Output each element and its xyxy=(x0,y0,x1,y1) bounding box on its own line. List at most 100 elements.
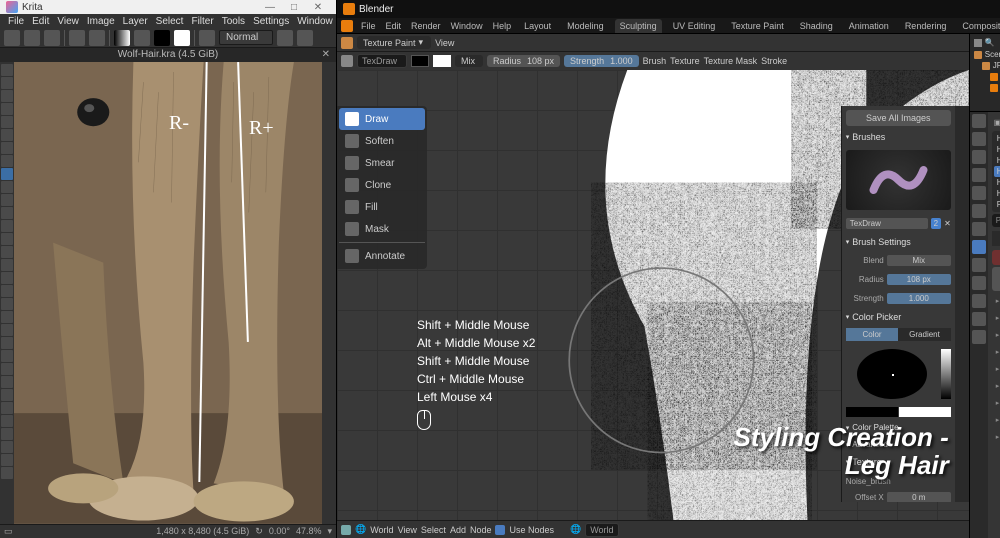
tool-select-rect[interactable] xyxy=(1,350,13,362)
tool-select-contig[interactable] xyxy=(1,402,13,414)
panel-emission[interactable]: Emission xyxy=(992,293,1000,308)
outliner-scene-collection[interactable]: Scene Collection xyxy=(972,49,1000,60)
viewport-canvas[interactable]: Draw Soften Smear Clone Fill Mask Annota… xyxy=(337,70,969,520)
footer-select[interactable]: Select xyxy=(421,525,446,535)
workspace-layout[interactable]: Layout xyxy=(519,19,556,33)
bg-color-icon[interactable] xyxy=(174,30,190,46)
modifier-tab-icon[interactable] xyxy=(972,222,986,236)
vp-menu-view[interactable]: View xyxy=(435,38,454,48)
object-tab-icon[interactable] xyxy=(972,204,986,218)
save-icon[interactable] xyxy=(44,30,60,46)
list-item[interactable]: Hair_Tail xyxy=(994,188,1000,199)
list-item[interactable]: Hair_Leg_A xyxy=(994,166,1000,177)
tool-pattern[interactable] xyxy=(1,246,13,258)
brush-icon[interactable] xyxy=(199,30,215,46)
status-zoom[interactable]: 47.8% xyxy=(296,526,322,536)
radius-field[interactable]: 108 px xyxy=(887,274,951,285)
tool-colorize[interactable] xyxy=(1,272,13,284)
workspace-texpaint[interactable]: Texture Paint xyxy=(726,19,789,33)
menu-help[interactable]: Help xyxy=(491,21,514,31)
color-wheel[interactable] xyxy=(857,349,927,399)
tool-move[interactable] xyxy=(1,77,13,89)
tool-multi[interactable] xyxy=(1,194,13,206)
brushes-header[interactable]: Brushes xyxy=(846,130,951,144)
tool-fill[interactable] xyxy=(1,298,13,310)
menu-window[interactable]: Window xyxy=(449,21,485,31)
eraser-icon[interactable] xyxy=(277,30,293,46)
open-icon[interactable] xyxy=(24,30,40,46)
redo-icon[interactable] xyxy=(89,30,105,46)
list-item[interactable]: Hair_Neck xyxy=(994,177,1000,188)
krita-canvas[interactable]: R- R+ xyxy=(14,62,322,524)
tool-select-bezier[interactable] xyxy=(1,428,13,440)
render-tab-icon[interactable] xyxy=(972,114,986,128)
offx-field[interactable]: 0 m xyxy=(887,492,951,502)
menu-tools[interactable]: Tools xyxy=(218,16,249,27)
workspace-animation[interactable]: Animation xyxy=(844,19,894,33)
menu-settings[interactable]: Settings xyxy=(249,16,293,27)
data-tab-icon[interactable] xyxy=(972,294,986,308)
brush-icon[interactable] xyxy=(341,55,353,67)
panel-vertexgroups[interactable]: Vertex Groups xyxy=(992,429,1000,444)
tool-edit[interactable] xyxy=(1,207,13,219)
emitter-tab[interactable]: Emitter xyxy=(992,231,1000,246)
zoom-dropdown-icon[interactable]: ▾ xyxy=(327,526,332,537)
footer-world1[interactable]: World xyxy=(370,525,393,535)
document-tab[interactable]: Wolf-Hair.kra (4.5 GiB) ✕ xyxy=(0,48,336,62)
viewlayer-tab-icon[interactable] xyxy=(972,150,986,164)
panel-children[interactable]: Children xyxy=(992,361,1000,376)
brush-name[interactable]: TexDraw xyxy=(357,54,407,68)
physics-tab-icon[interactable] xyxy=(972,258,986,272)
tool-polyline[interactable] xyxy=(1,155,13,167)
maximize-button[interactable]: □ xyxy=(282,2,306,13)
editor-type-icon[interactable] xyxy=(341,37,353,49)
tool-pan[interactable] xyxy=(1,467,13,479)
workspace-modeling[interactable]: Modeling xyxy=(562,19,609,33)
tool-freehand[interactable] xyxy=(1,103,13,115)
settings-datablock[interactable]: ParticleSettings.006 xyxy=(992,214,1000,227)
tool-transform[interactable] xyxy=(1,64,13,76)
swatch-white[interactable] xyxy=(433,55,451,67)
radius-slider[interactable]: Radius108 px xyxy=(487,55,560,67)
tool-ellipse[interactable] xyxy=(1,142,13,154)
unlink-icon[interactable]: ✕ xyxy=(944,219,951,228)
tool-select-magnetic[interactable] xyxy=(1,441,13,453)
output-tab-icon[interactable] xyxy=(972,132,986,146)
tool-smear[interactable]: Smear xyxy=(339,152,425,174)
hdr-texture[interactable]: Texture xyxy=(670,56,700,66)
menu-image[interactable]: Image xyxy=(83,16,119,27)
menu-filter[interactable]: Filter xyxy=(187,16,217,27)
blend-mode-dropdown[interactable]: Normal xyxy=(219,30,273,45)
outliner-type-icon[interactable] xyxy=(974,39,982,47)
menu-view[interactable]: View xyxy=(53,16,83,27)
delete-edit-button[interactable]: Delete Edit xyxy=(992,250,1000,265)
workspace-shading[interactable]: Shading xyxy=(795,19,838,33)
material-tab-icon[interactable] xyxy=(972,312,986,326)
bg-swatch[interactable] xyxy=(899,407,951,417)
workspace-sculpting[interactable]: Sculpting xyxy=(615,19,662,33)
menu-select[interactable]: Select xyxy=(152,16,188,27)
blend-dropdown[interactable]: Mix xyxy=(455,55,483,67)
footer-node[interactable]: Node xyxy=(470,525,492,535)
menu-layer[interactable]: Layer xyxy=(119,16,152,27)
fake-user-button[interactable]: 2 xyxy=(931,218,941,229)
picker-header[interactable]: Color Picker xyxy=(846,310,951,324)
hdr-texmask[interactable]: Texture Mask xyxy=(704,56,758,66)
tool-clone[interactable]: Clone xyxy=(339,174,425,196)
list-item[interactable]: Hair_Head xyxy=(994,155,1000,166)
fg-color-icon[interactable] xyxy=(154,30,170,46)
panel-hairshape[interactable]: Hair Shape xyxy=(992,378,1000,393)
tool-annotate[interactable]: Annotate xyxy=(339,245,425,267)
tool-select-ellipse[interactable] xyxy=(1,363,13,375)
outliner-item[interactable]: Plane xyxy=(972,71,1000,82)
brush-preview[interactable] xyxy=(846,150,951,210)
use-nodes-checkbox[interactable] xyxy=(495,525,505,535)
footer-world2[interactable]: World xyxy=(585,523,618,537)
close-tab-icon[interactable]: ✕ xyxy=(322,49,330,60)
outliner-item[interactable]: Wolf_Body xyxy=(972,82,1000,93)
outliner-item[interactable]: JF000P00_Wolf_Mo xyxy=(972,60,1000,71)
list-item[interactable]: Hair_Body_B xyxy=(994,144,1000,155)
tool-soften[interactable]: Soften xyxy=(339,130,425,152)
tool-calligraphy[interactable] xyxy=(1,220,13,232)
tool-draw[interactable]: Draw xyxy=(339,108,425,130)
